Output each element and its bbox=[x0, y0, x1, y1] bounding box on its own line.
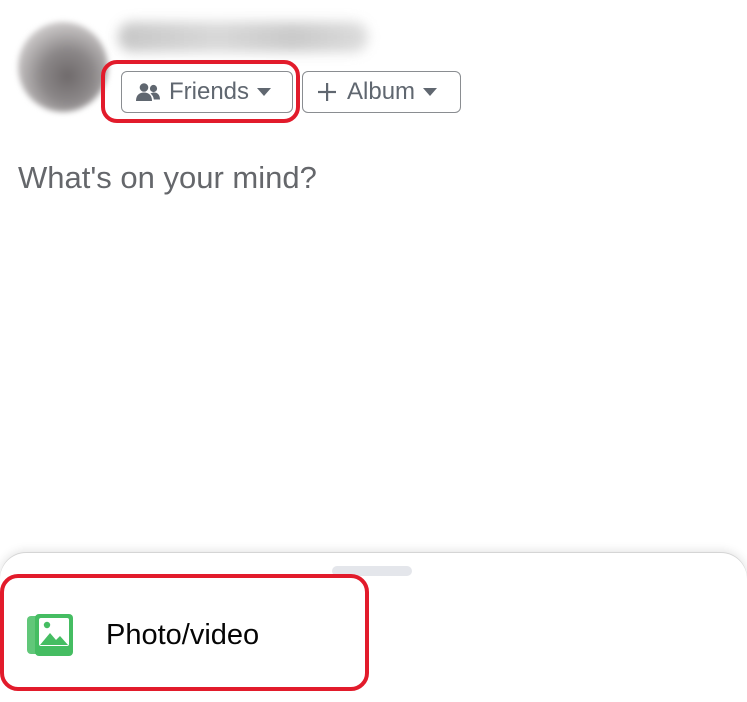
avatar[interactable] bbox=[18, 22, 108, 112]
create-post-screen: Friends Album Photo bbox=[0, 0, 747, 702]
photo-video-label: Photo/video bbox=[106, 618, 260, 651]
audience-selector-button[interactable]: Friends bbox=[121, 71, 293, 113]
album-button[interactable]: Album bbox=[302, 71, 461, 113]
post-text-input[interactable] bbox=[18, 160, 718, 520]
photo-video-option[interactable]: Photo/video bbox=[0, 585, 747, 685]
album-label: Album bbox=[347, 78, 416, 105]
caret-down-icon bbox=[423, 88, 438, 96]
plus-icon bbox=[317, 82, 337, 102]
bottom-sheet: Photo/video bbox=[0, 553, 747, 702]
caret-down-icon bbox=[257, 88, 272, 96]
friends-icon bbox=[135, 82, 161, 102]
photo-icon bbox=[26, 612, 76, 658]
audience-label: Friends bbox=[169, 78, 250, 105]
sheet-grabber-handle[interactable] bbox=[332, 566, 412, 576]
username-redacted bbox=[118, 22, 368, 52]
